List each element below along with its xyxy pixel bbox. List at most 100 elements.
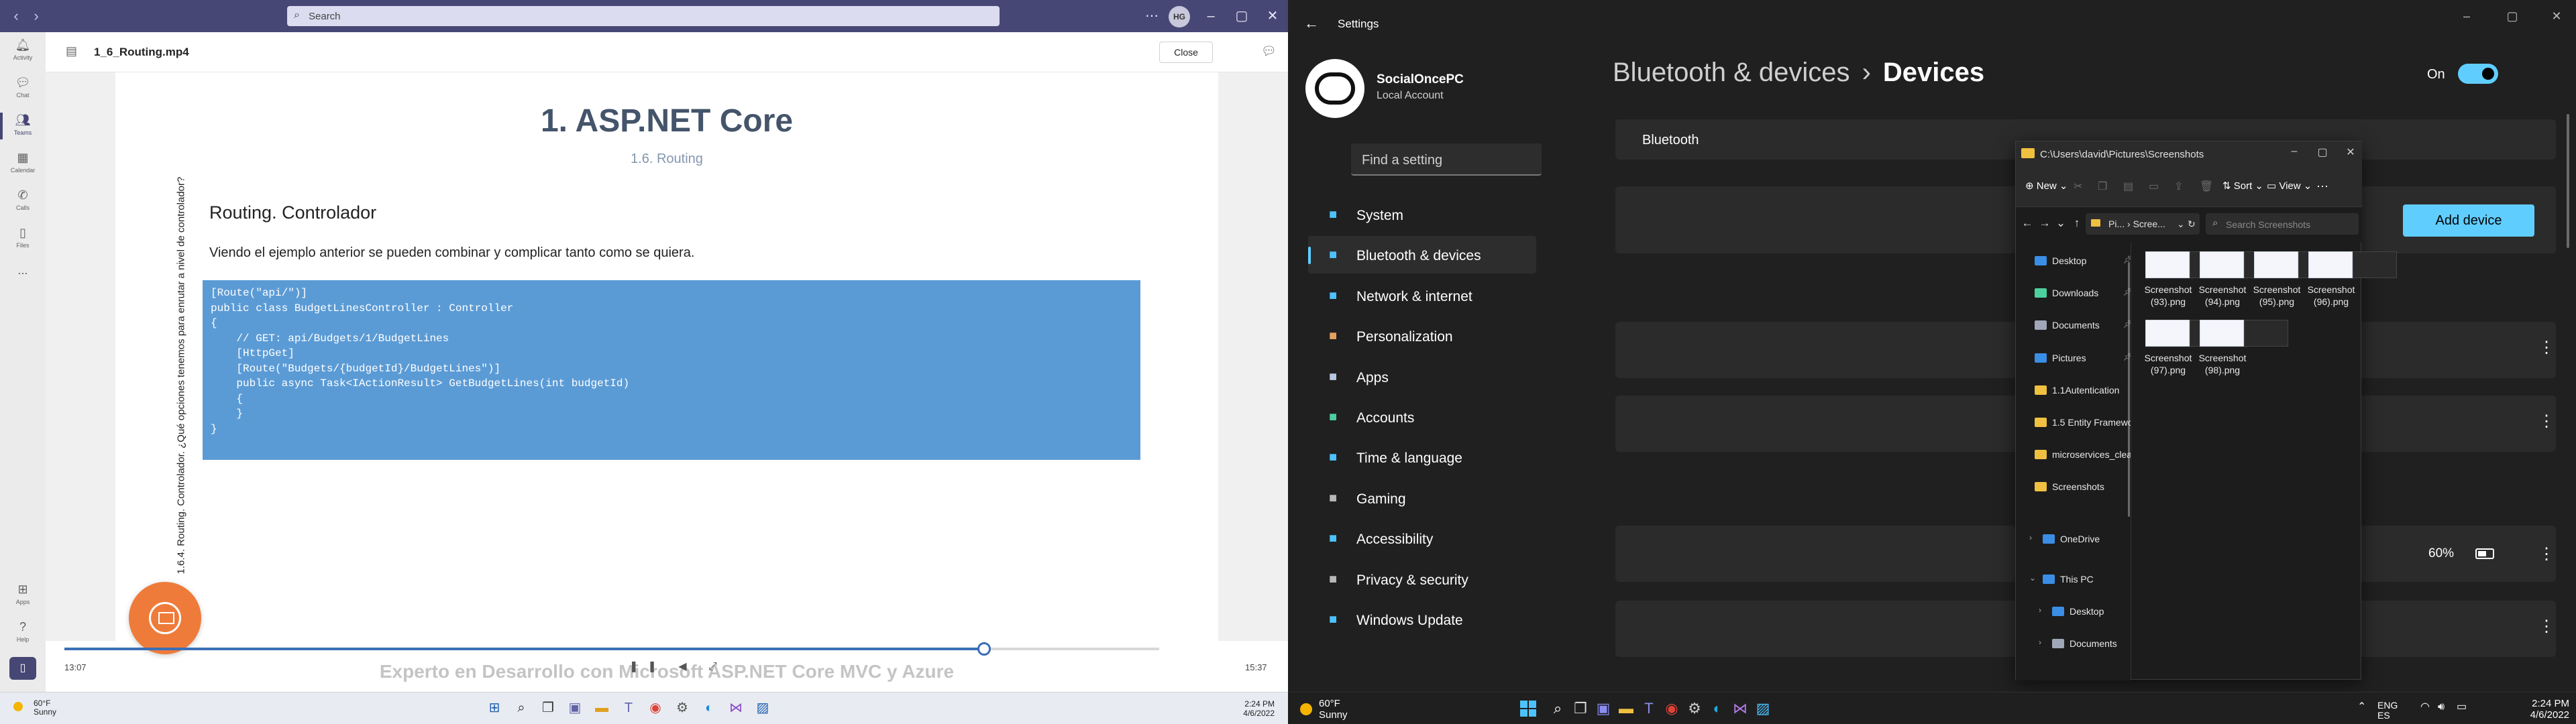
settings-scrollbar[interactable]	[2567, 114, 2569, 248]
paste-icon[interactable]: ▤	[2123, 180, 2133, 193]
close-icon[interactable]: ✕	[1263, 7, 1283, 25]
bluetooth-toggle[interactable]	[2458, 64, 2498, 84]
rail-item-calendar[interactable]: ▦ Calendar	[0, 145, 46, 182]
task-view-icon[interactable]: ❐	[1570, 698, 1591, 719]
sort-button[interactable]: ⇅ Sort ⌄	[2222, 180, 2263, 192]
battery-icon[interactable]: ▭	[2457, 702, 2467, 713]
delete-icon[interactable]: 🗑︎	[2200, 180, 2213, 193]
chevron-down-icon[interactable]: ⌄	[2053, 217, 2068, 230]
nav-item-accessibility[interactable]: ■ Accessibility	[1308, 520, 1536, 557]
search-icon[interactable]: ⌕	[1547, 698, 1568, 719]
rail-item-help[interactable]: ? Help	[0, 614, 46, 652]
avatar[interactable]: HG	[1169, 6, 1190, 27]
rail-item-files[interactable]: ▯ Files	[0, 220, 46, 257]
conversation-icon[interactable]: 💬︎	[1261, 44, 1277, 58]
chevron-right-icon[interactable]: ›	[2039, 638, 2041, 647]
task-view-icon[interactable]: ❐	[538, 698, 558, 718]
teams-icon[interactable]: T	[1638, 698, 1660, 719]
maximize-icon[interactable]: ▢	[1232, 7, 1252, 25]
edge-icon[interactable]: ◐	[1707, 698, 1728, 719]
close-icon[interactable]: ✕	[2342, 145, 2359, 159]
forward-icon[interactable]: →	[2037, 217, 2052, 230]
edge-icon[interactable]: ◐	[699, 698, 719, 718]
start-icon[interactable]	[1520, 701, 1536, 717]
clock[interactable]: 2:24 PM 4/6/2022	[2521, 698, 2569, 721]
pause-icon[interactable]: ❚❚	[629, 661, 666, 672]
clock[interactable]: 2:24 PM 4/6/2022	[1221, 699, 1275, 718]
chevron-down-icon[interactable]: ⌄	[2029, 573, 2036, 583]
more-options-icon[interactable]: ⋯	[2316, 180, 2328, 194]
more-options-icon[interactable]: ⋮	[2538, 412, 2555, 431]
more-options-icon[interactable]: ⋮	[2538, 338, 2555, 357]
mobile-icon[interactable]: ▯	[9, 657, 36, 680]
chat-icon[interactable]: ▣	[565, 698, 585, 718]
nav-item-accounts[interactable]: ■ Accounts	[1308, 398, 1536, 436]
chevron-right-icon[interactable]: ›	[2029, 533, 2032, 542]
file-item[interactable]: Screenshot (98).png	[2197, 317, 2288, 377]
progress-handle[interactable]	[977, 642, 991, 656]
chevron-up-icon[interactable]: ⌃	[2357, 702, 2366, 713]
view-button[interactable]: ▭ View ⌄	[2267, 180, 2312, 192]
chevron-right-icon[interactable]: ›	[2039, 605, 2041, 615]
file-explorer-icon[interactable]: ▬	[1615, 698, 1637, 719]
chrome-icon[interactable]: ◉	[1661, 698, 1682, 719]
volume-icon[interactable]: 🔊︎	[2438, 702, 2445, 713]
refresh-icon[interactable]: ↻	[2188, 219, 2196, 230]
back-icon[interactable]: ←	[1304, 15, 1319, 32]
file-item[interactable]: Screenshot (93).png	[2143, 249, 2234, 309]
language-indicator[interactable]: ENG ES	[2377, 701, 2398, 721]
forward-icon[interactable]: ›	[27, 7, 46, 25]
start-icon[interactable]: ⊞	[484, 698, 504, 718]
maximize-icon[interactable]: ▢	[2502, 9, 2522, 23]
search-icon[interactable]: ⌕	[511, 698, 531, 718]
presenter-button[interactable]	[129, 582, 201, 654]
maximize-icon[interactable]: ▢	[2314, 145, 2331, 159]
address-bar[interactable]: Pi... › Scree... ⌄ ↻	[2086, 213, 2200, 235]
rail-item-activity[interactable]: 🔔︎ Activity	[0, 32, 46, 70]
fullscreen-icon[interactable]: ⤢	[708, 661, 727, 672]
minimize-icon[interactable]: –	[2286, 145, 2303, 158]
rail-item-calls[interactable]: ✆ Calls	[0, 182, 46, 220]
chrome-icon[interactable]: ◉	[645, 698, 665, 718]
file-explorer-icon[interactable]: ▬	[592, 698, 612, 718]
close-button[interactable]: Close	[1159, 42, 1213, 63]
rename-icon[interactable]: ▭	[2149, 180, 2159, 193]
share-icon[interactable]: ⇪	[2174, 180, 2183, 193]
nav-item-personalization[interactable]: ■ Personalization	[1308, 317, 1536, 355]
nav-item-apps[interactable]: ■ Apps	[1308, 358, 1536, 396]
file-item[interactable]: Screenshot (96).png	[2306, 249, 2397, 309]
file-item[interactable]: Screenshot (95).png	[2251, 249, 2343, 309]
weather-widget[interactable]: 60°F Sunny	[1319, 698, 1348, 721]
photos-icon[interactable]: ▨	[753, 698, 773, 718]
close-icon[interactable]: ✕	[2546, 9, 2567, 23]
chat-icon[interactable]: ▣	[1593, 698, 1614, 719]
minimize-icon[interactable]: –	[2457, 9, 2477, 23]
more-options-icon[interactable]: ⋮	[2538, 544, 2555, 564]
nav-item-gaming[interactable]: ■ Gaming	[1308, 479, 1536, 517]
nav-item-network[interactable]: ■ Network & internet	[1308, 277, 1536, 314]
rail-item-apps[interactable]: ⊞ Apps	[0, 577, 46, 614]
settings-icon[interactable]: ⚙	[672, 698, 692, 718]
navigation-scrollbar[interactable]	[2128, 262, 2130, 517]
nav-item-system[interactable]: ■ System	[1308, 196, 1536, 233]
more-options-icon[interactable]: ⋮	[2538, 617, 2555, 636]
rail-item-more[interactable]: ...	[0, 257, 46, 295]
back-icon[interactable]: ←	[2020, 217, 2035, 230]
copy-icon[interactable]: ❐	[2098, 180, 2107, 193]
rail-item-teams[interactable]: 👥︎ Teams	[0, 107, 46, 145]
breadcrumb-parent[interactable]: Bluetooth & devices	[1613, 58, 1850, 87]
minimize-icon[interactable]: –	[1201, 7, 1221, 25]
nav-item-time-language[interactable]: ■ Time & language	[1308, 438, 1536, 476]
account-avatar[interactable]	[1305, 59, 1364, 118]
rail-item-chat[interactable]: 💬︎ Chat	[0, 70, 46, 107]
photos-icon[interactable]: ▨	[1752, 698, 1774, 719]
crumb-pictures[interactable]: Pi...	[2108, 219, 2125, 229]
chevron-down-icon[interactable]: ⌄	[2177, 219, 2185, 230]
file-item[interactable]: Screenshot (94).png	[2197, 249, 2288, 309]
up-icon[interactable]: ↑	[2070, 217, 2084, 230]
back-icon[interactable]: ‹	[7, 7, 25, 25]
new-button[interactable]: ⊕ New ⌄	[2025, 180, 2068, 192]
add-device-button[interactable]: Add device	[2403, 204, 2534, 237]
visual-studio-icon[interactable]: ⋈	[1729, 698, 1751, 719]
settings-icon[interactable]: ⚙	[1684, 698, 1705, 719]
